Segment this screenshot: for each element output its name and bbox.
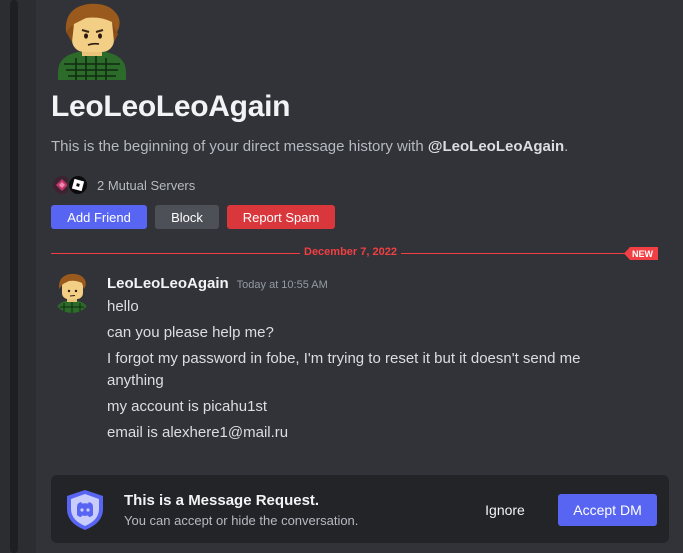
report-spam-button[interactable]: Report Spam [227,205,335,229]
intro-suffix: . [564,138,569,155]
conversation-intro: This is the beginning of your direct mes… [51,138,568,155]
request-subtitle: You can accept or hide the conversation. [124,513,359,528]
message-author[interactable]: LeoLeoLeoAgain [107,275,229,292]
profile-actions: Add Friend Block Report Spam [51,205,335,229]
message-timestamp: Today at 10:55 AM [236,279,328,291]
message-group: hello can you please help me? I forgot m… [107,296,627,448]
request-title: This is a Message Request. [124,492,320,509]
dm-chat-panel: LeoLeoLeoAgain This is the beginning of … [36,0,683,553]
profile-username: LeoLeoLeoAgain [51,90,291,123]
message-line: can you please help me? [107,324,274,341]
ignore-button[interactable]: Ignore [475,495,535,525]
message-line: my account is picahu1st [107,398,268,415]
profile-avatar[interactable] [52,2,132,80]
scrollbar[interactable] [10,0,18,553]
message-line: hello [107,298,139,315]
divider-date: December 7, 2022 [300,246,401,258]
message-line: I forgot my password in fobe, I'm trying… [107,350,581,389]
add-friend-button[interactable]: Add Friend [51,205,147,229]
channel-list-edge [0,0,36,553]
shield-discord-icon [67,490,103,530]
message-line: email is alexhere1@mail.ru [107,424,289,441]
message-author-avatar[interactable] [52,273,92,313]
roblox-server-icon [67,174,89,196]
intro-prefix: This is the beginning of your direct mes… [51,138,428,155]
intro-handle[interactable]: @LeoLeoLeoAgain [428,138,564,155]
mutual-servers[interactable]: 2 Mutual Servers [51,173,195,197]
accept-dm-button[interactable]: Accept DM [558,494,657,526]
message-header: LeoLeoLeoAgain Today at 10:55 AM [107,275,328,292]
block-button[interactable]: Block [155,205,219,229]
new-badge: NEW [624,247,658,260]
mutual-servers-label: 2 Mutual Servers [97,177,196,193]
message-request-bar: This is a Message Request. You can accep… [51,475,669,543]
